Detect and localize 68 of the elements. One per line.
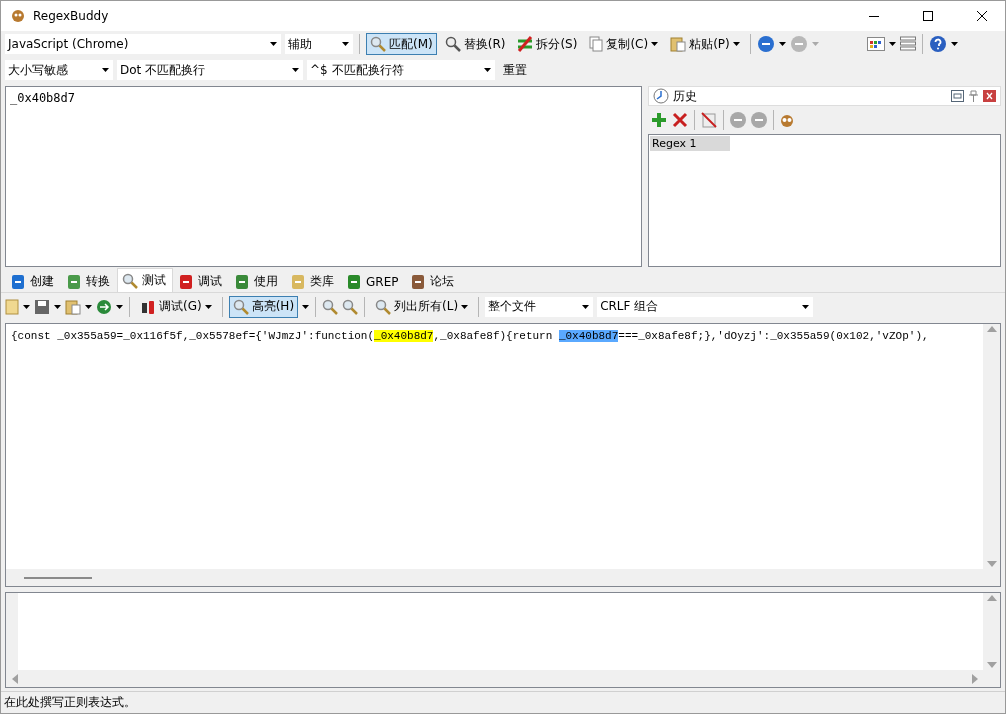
clipboard-icon — [670, 36, 687, 52]
toolbar-button[interactable]: 匹配(M) — [366, 33, 437, 55]
toolbar-button[interactable]: 替换(R) — [440, 33, 510, 55]
line-break-dropdown[interactable]: CRLF 组合 — [597, 296, 814, 317]
float-panel-icon[interactable] — [951, 90, 964, 102]
regex-editor[interactable]: _0x40b8d7 — [5, 86, 642, 267]
caret-icon[interactable] — [801, 304, 809, 309]
dot-dropdown[interactable]: Dot 不匹配换行 — [117, 60, 303, 80]
close-icon[interactable] — [977, 11, 987, 21]
previous-match-icon — [322, 298, 339, 315]
caret-icon[interactable] — [291, 68, 299, 72]
magnifier-icon — [232, 298, 249, 315]
debug-button[interactable]: 调试(G) — [136, 295, 216, 318]
status-text: 在此处撰写正则表达式。 — [4, 694, 136, 711]
caret-icon[interactable] — [204, 304, 212, 309]
highlight-button[interactable]: 高亮(H) — [228, 295, 299, 318]
copy-icon — [589, 36, 604, 52]
help-icon[interactable] — [928, 35, 947, 53]
tab[interactable]: 测试 — [117, 268, 173, 292]
caret-icon[interactable] — [732, 42, 740, 46]
caret-icon[interactable] — [269, 42, 277, 46]
flavor-dropdown[interactable]: JavaScript (Chrome) — [5, 34, 281, 54]
magnifier-icon — [370, 36, 386, 52]
caret-icon[interactable] — [116, 304, 123, 309]
owl-logo-icon — [11, 9, 25, 23]
helper-dropdown[interactable]: 辅助 — [285, 34, 353, 54]
save-icon[interactable] — [34, 298, 50, 315]
clipboard-icon — [65, 298, 81, 315]
delete-icon[interactable] — [671, 111, 689, 129]
magnifier-icon — [375, 298, 392, 315]
split-icon — [517, 36, 534, 52]
pin-icon[interactable] — [968, 90, 979, 102]
caret-icon[interactable] — [950, 42, 958, 46]
toolbar-button[interactable]: 粘贴(P) — [666, 33, 744, 55]
caret-icon[interactable] — [23, 304, 30, 309]
scope-dropdown[interactable]: 整个文件 — [485, 296, 594, 317]
caret-icon[interactable] — [888, 42, 896, 46]
minimize-icon[interactable] — [869, 15, 879, 17]
anchors-dropdown[interactable]: ^$ 不匹配换行符 — [307, 60, 495, 80]
caret-icon[interactable] — [341, 42, 349, 46]
case-dropdown[interactable]: 大小写敏感 — [5, 60, 113, 80]
history-item[interactable]: Regex 1 — [650, 136, 730, 151]
replace-magnifier-icon — [444, 36, 461, 52]
close-panel-icon[interactable] — [983, 90, 996, 102]
caret-icon[interactable] — [302, 304, 310, 309]
caret-icon[interactable] — [461, 304, 469, 309]
caret-icon[interactable] — [54, 304, 61, 309]
caret-icon[interactable] — [651, 42, 659, 46]
scrollbar-thumb[interactable] — [24, 576, 92, 579]
add-icon[interactable] — [650, 111, 668, 129]
list-all-button[interactable]: 列出所有(L) — [371, 295, 473, 318]
caret-icon[interactable] — [85, 304, 92, 309]
window-title: RegexBuddy — [33, 9, 110, 23]
caret-icon[interactable] — [778, 42, 786, 46]
caret-icon[interactable] — [101, 68, 109, 72]
grid-view-icon[interactable] — [866, 37, 885, 51]
maximize-icon[interactable] — [923, 11, 933, 21]
toolbar-button[interactable]: 复制(C) — [585, 33, 663, 55]
caret-icon[interactable] — [483, 68, 491, 72]
caret-icon[interactable] — [581, 304, 589, 309]
owl-icon[interactable] — [779, 112, 795, 128]
clear-all-icon[interactable] — [700, 111, 718, 129]
magnifier-icon — [122, 272, 138, 289]
list-view-icon[interactable] — [899, 36, 916, 52]
reset-button[interactable]: 重置 — [499, 59, 531, 81]
toolbar-button[interactable]: 拆分(S) — [513, 33, 582, 55]
history-title: 历史 — [673, 87, 698, 105]
next-match-icon — [342, 298, 359, 315]
